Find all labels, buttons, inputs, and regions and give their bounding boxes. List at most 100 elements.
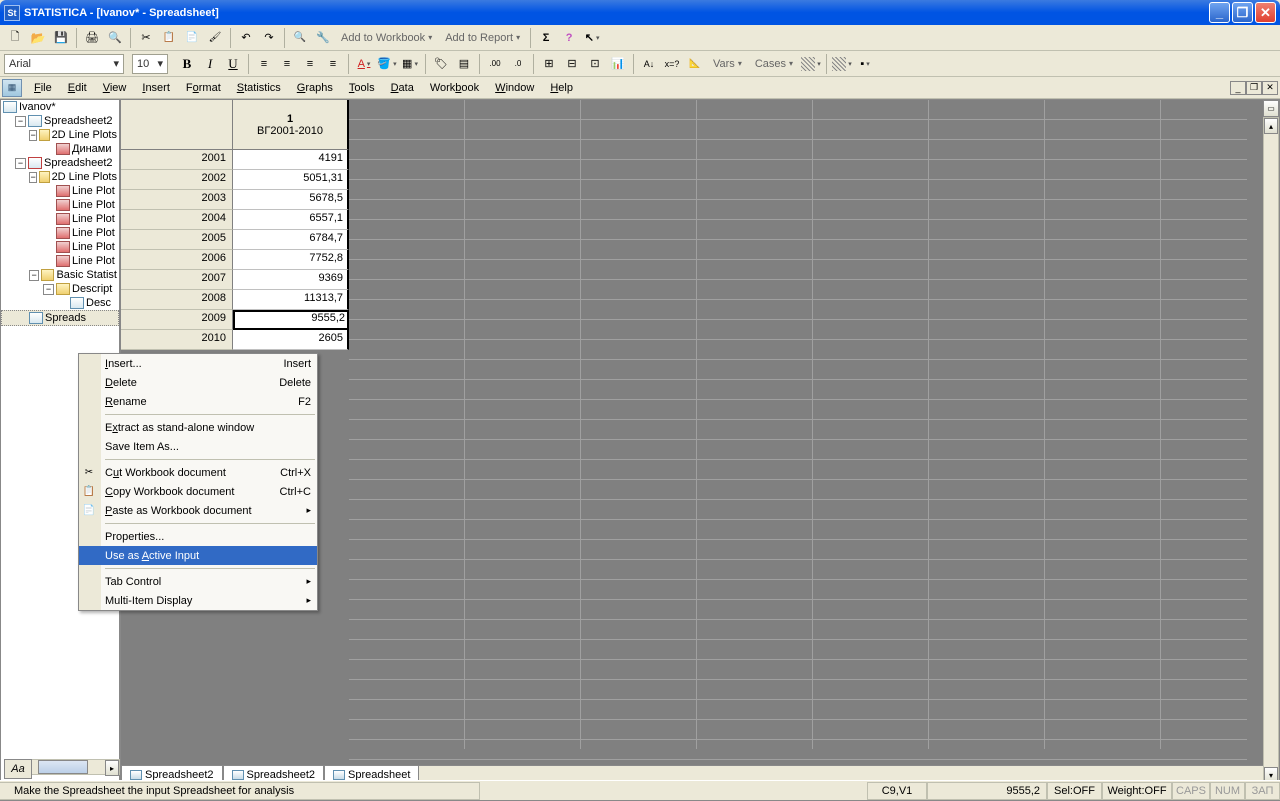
menu-insert[interactable]: Insert: [134, 79, 178, 97]
menu-file[interactable]: File: [26, 79, 60, 97]
menu-workbook[interactable]: Workbook: [422, 79, 487, 97]
tree-item[interactable]: −2D Line Plots: [1, 128, 119, 142]
mdi-close-button[interactable]: ✕: [1262, 81, 1278, 95]
pointer-button[interactable]: [581, 27, 603, 49]
mdi-icon[interactable]: ▦: [2, 79, 22, 97]
font-preview-button[interactable]: Aa: [4, 759, 32, 779]
cell[interactable]: 2605: [233, 330, 349, 350]
cell[interactable]: 9555,2: [233, 310, 349, 330]
font-selector[interactable]: Arial▾: [4, 54, 124, 74]
menu-data[interactable]: Data: [383, 79, 422, 97]
font-color-button[interactable]: A: [353, 53, 375, 75]
cm-paste[interactable]: 📄Paste as Workbook document▸: [79, 501, 317, 520]
menu-window[interactable]: Window: [487, 79, 542, 97]
row-header[interactable]: 2003: [121, 190, 233, 210]
underline-button[interactable]: U: [222, 53, 244, 75]
sort-button[interactable]: A↓: [638, 53, 660, 75]
scroll-up-button[interactable]: ▴: [1264, 118, 1278, 134]
menu-help[interactable]: Help: [542, 79, 581, 97]
add-to-workbook-button[interactable]: Add to Workbook▾: [335, 27, 438, 49]
hatch2-button[interactable]: [831, 53, 853, 75]
menu-tools[interactable]: Tools: [341, 79, 383, 97]
cm-extract[interactable]: Extract as stand-alone window: [79, 418, 317, 437]
row-header[interactable]: 2002: [121, 170, 233, 190]
print-preview-button[interactable]: [104, 27, 126, 49]
tree-item[interactable]: Line Plot: [1, 198, 119, 212]
border-button[interactable]: ▦: [399, 53, 421, 75]
cm-properties[interactable]: Properties...: [79, 527, 317, 546]
minimize-button[interactable]: _: [1209, 2, 1230, 23]
mdi-restore-button[interactable]: ❐: [1246, 81, 1262, 95]
menu-format[interactable]: Format: [178, 79, 229, 97]
row-header[interactable]: 2006: [121, 250, 233, 270]
split-handle[interactable]: ▭: [1263, 100, 1279, 117]
tree-item[interactable]: Line Plot: [1, 184, 119, 198]
tree-item[interactable]: −Spreadsheet2: [1, 114, 119, 128]
tree-item[interactable]: Line Plot: [1, 240, 119, 254]
tree-root[interactable]: Ivanov*: [1, 100, 119, 114]
close-button[interactable]: ✕: [1255, 2, 1276, 23]
grid-button[interactable]: ▤: [453, 53, 475, 75]
tree-item[interactable]: −2D Line Plots: [1, 170, 119, 184]
tree-item[interactable]: −Spreadsheet2: [1, 156, 119, 170]
merge-button[interactable]: [322, 53, 344, 75]
align-left-button[interactable]: [253, 53, 275, 75]
cm-save-as[interactable]: Save Item As...: [79, 437, 317, 456]
cell[interactable]: 6557,1: [233, 210, 349, 230]
column-header[interactable]: 1 ВГ2001-2010: [233, 100, 349, 150]
row-header[interactable]: 2010: [121, 330, 233, 350]
cell[interactable]: 7752,8: [233, 250, 349, 270]
cell[interactable]: 6784,7: [233, 230, 349, 250]
tree-item[interactable]: Desc: [1, 296, 119, 310]
print-button[interactable]: [81, 27, 103, 49]
italic-button[interactable]: [199, 53, 221, 75]
row-header[interactable]: 2005: [121, 230, 233, 250]
tree-item[interactable]: Line Plot: [1, 254, 119, 268]
redo-button[interactable]: [258, 27, 280, 49]
tree-item-selected[interactable]: Spreads: [1, 310, 119, 326]
menu-statistics[interactable]: Statistics: [229, 79, 289, 97]
tree-item[interactable]: −Basic Statist: [1, 268, 119, 282]
cm-rename[interactable]: RenameF2: [79, 392, 317, 411]
vars-button[interactable]: Vars▾: [707, 53, 748, 75]
cell[interactable]: 9369: [233, 270, 349, 290]
show-col-button[interactable]: ⊞: [538, 53, 560, 75]
help-button[interactable]: [558, 27, 580, 49]
row-header[interactable]: 2008: [121, 290, 233, 310]
cm-use-active-input[interactable]: Use as Active Input: [79, 546, 317, 565]
insert-object-button[interactable]: 📊: [607, 53, 629, 75]
more-button[interactable]: ▪: [854, 53, 876, 75]
zoom-button[interactable]: ⊡: [584, 53, 606, 75]
bold-button[interactable]: [176, 53, 198, 75]
format-painter-button[interactable]: [204, 27, 226, 49]
save-button[interactable]: [50, 27, 72, 49]
fill-color-button[interactable]: 🪣: [376, 53, 398, 75]
copy-button[interactable]: [158, 27, 180, 49]
cm-tab-control[interactable]: Tab Control▸: [79, 572, 317, 591]
paste-button[interactable]: [181, 27, 203, 49]
recalc-button[interactable]: x=?: [661, 53, 683, 75]
tree-item[interactable]: Line Plot: [1, 226, 119, 240]
tree-item[interactable]: Динами: [1, 142, 119, 156]
cm-multi-display[interactable]: Multi-Item Display▸: [79, 591, 317, 610]
menu-edit[interactable]: Edit: [60, 79, 95, 97]
macro-button[interactable]: [535, 27, 557, 49]
replace-button[interactable]: 🔧: [312, 27, 334, 49]
undo-button[interactable]: [235, 27, 257, 49]
row-header[interactable]: 2009: [121, 310, 233, 330]
cut-button[interactable]: [135, 27, 157, 49]
menu-view[interactable]: View: [95, 79, 135, 97]
cases-button[interactable]: Cases▾: [749, 53, 799, 75]
cm-delete[interactable]: DeleteDelete: [79, 373, 317, 392]
cm-cut[interactable]: ✂Cut Workbook documentCtrl+X: [79, 463, 317, 482]
tag-button[interactable]: 🏷: [430, 53, 452, 75]
cell[interactable]: 5678,5: [233, 190, 349, 210]
cell[interactable]: 4191: [233, 150, 349, 170]
tree-item[interactable]: Line Plot: [1, 212, 119, 226]
align-center-button[interactable]: [276, 53, 298, 75]
new-button[interactable]: [4, 27, 26, 49]
show-row-button[interactable]: ⊟: [561, 53, 583, 75]
cell[interactable]: 5051,31: [233, 170, 349, 190]
find-button[interactable]: [289, 27, 311, 49]
align-right-button[interactable]: [299, 53, 321, 75]
